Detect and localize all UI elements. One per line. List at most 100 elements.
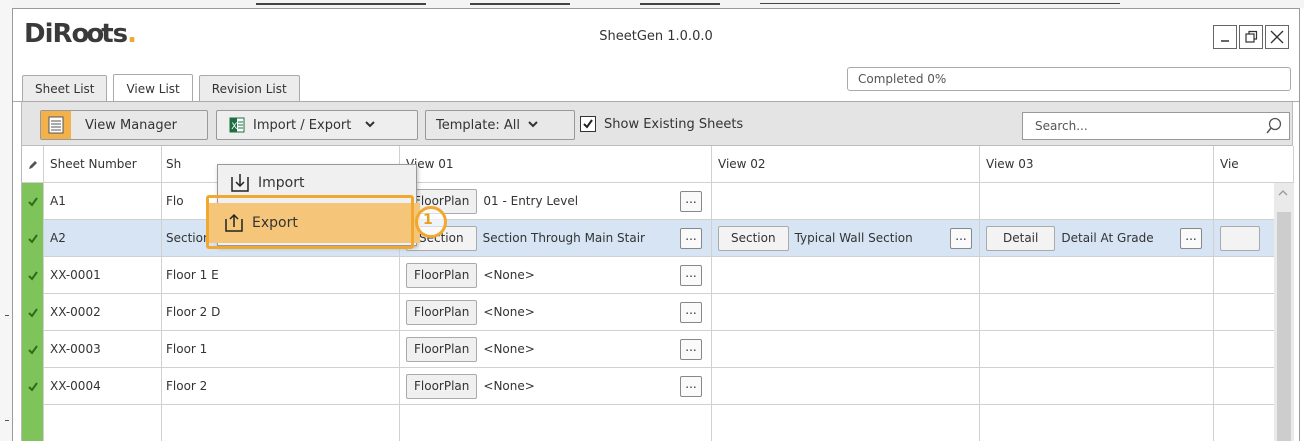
row-status-cell	[22, 331, 44, 368]
view-03-cell: Detail Detail At Grade ...	[980, 220, 1214, 257]
view-02-cell[interactable]	[712, 368, 980, 405]
view-03-cell[interactable]	[980, 331, 1214, 368]
browse-view-button[interactable]: ...	[680, 376, 702, 397]
browse-view-button[interactable]: ...	[680, 302, 702, 323]
sheet-name-cell[interactable]: Floor 1	[162, 331, 400, 368]
search-input[interactable]: Search...	[1022, 112, 1290, 140]
browse-view-button[interactable]: ...	[1180, 228, 1202, 249]
search-icon	[1266, 117, 1282, 134]
column-header[interactable]: Sheet Number	[44, 146, 162, 183]
browse-view-button[interactable]: ...	[680, 228, 702, 249]
column-header[interactable]: View 01	[400, 146, 712, 183]
view-01-cell: FloorPlan <None> ...	[400, 368, 712, 405]
sheet-number-cell[interactable]: A1	[44, 183, 162, 220]
tab-revision-list[interactable]: Revision List	[198, 75, 300, 102]
scroll-up-arrow-icon[interactable]	[1278, 189, 1288, 197]
view-03-cell[interactable]	[980, 294, 1214, 331]
browse-view-button[interactable]: ...	[950, 228, 972, 249]
tab-sheet-list[interactable]: Sheet List	[22, 75, 108, 102]
import-export-button[interactable]: X Import / Export	[216, 110, 418, 140]
column-header[interactable]: Vie	[1214, 146, 1294, 183]
row-status-cell	[22, 368, 44, 405]
show-existing-sheets-toggle[interactable]: Show Existing Sheets	[580, 116, 743, 132]
browse-view-button[interactable]: ...	[680, 191, 702, 212]
menu-item-import[interactable]: Import	[218, 167, 416, 199]
tab-strip: Sheet List View List Revision List	[22, 74, 300, 102]
menu-item-export-label: Export	[252, 215, 298, 231]
view-01-cell: FloorPlan <None> ...	[400, 257, 712, 294]
view-type-button[interactable]: FloorPlan	[406, 263, 478, 288]
row-status-cell	[22, 257, 44, 294]
import-export-label: Import / Export	[253, 117, 352, 133]
excel-icon: X	[229, 117, 245, 133]
sheet-name-cell[interactable]: Floor 1 E	[162, 257, 400, 294]
sheet-number-cell[interactable]: XX-0002	[44, 294, 162, 331]
check-icon	[27, 233, 38, 244]
table-row[interactable]: XX-0003 Floor 1 FloorPlan <None> ...	[22, 331, 1294, 368]
view-02-cell[interactable]	[712, 183, 980, 220]
view-type-button[interactable]: FloorPlan	[406, 374, 478, 399]
row-status-cell	[22, 405, 44, 441]
chevron-down-icon	[365, 121, 376, 128]
table-row[interactable]: XX-0001 Floor 1 E FloorPlan <None> ...	[22, 257, 1294, 294]
vertical-scrollbar[interactable]	[1274, 183, 1294, 441]
menu-item-export[interactable]: Export	[208, 203, 420, 243]
view-name: <None>	[483, 268, 535, 282]
browse-view-button[interactable]: ...	[680, 339, 702, 360]
view-03-cell[interactable]	[980, 368, 1214, 405]
sheet-number-cell[interactable]: XX-0004	[44, 368, 162, 405]
view-type-button[interactable]: Section	[718, 226, 789, 251]
table-row[interactable]: XX-0004 Floor 2 FloorPlan <None> ...	[22, 368, 1294, 405]
view-manager-button[interactable]: View Manager	[40, 110, 208, 140]
check-icon	[27, 270, 38, 281]
title-bar: DiRoots. SheetGen 1.0.0.0	[13, 9, 1299, 61]
scrollbar-thumb[interactable]	[1277, 212, 1291, 441]
view-02-cell[interactable]	[712, 331, 980, 368]
sheet-number-cell[interactable]	[44, 405, 162, 441]
sheet-name-cell[interactable]: Floor 2	[162, 368, 400, 405]
show-existing-checkbox[interactable]	[580, 116, 596, 132]
sheet-number-cell[interactable]: A2	[44, 220, 162, 257]
tab-view-list[interactable]: View List	[113, 74, 193, 102]
view-manager-label: View Manager	[85, 117, 177, 133]
column-header[interactable]: View 02	[712, 146, 980, 183]
view-type-button[interactable]: FloorPlan	[406, 337, 478, 362]
sheet-number-cell[interactable]: XX-0003	[44, 331, 162, 368]
toolbar: View Manager X Import / Export Template:…	[21, 102, 1293, 146]
view-02-cell[interactable]	[712, 405, 980, 441]
chevron-down-icon	[528, 121, 538, 128]
check-icon	[27, 307, 38, 318]
view-name: 01 - Entry Level	[483, 194, 579, 208]
row-status-cell	[22, 183, 44, 220]
column-header[interactable]: View 03	[980, 146, 1214, 183]
export-icon	[225, 213, 243, 232]
close-button[interactable]	[1265, 25, 1289, 49]
sheet-name-cell[interactable]: Floor 2 D	[162, 294, 400, 331]
view-type-button[interactable]	[1220, 226, 1260, 251]
sheet-name-cell[interactable]	[162, 405, 400, 441]
check-icon	[583, 119, 593, 129]
view-name: <None>	[483, 305, 535, 319]
browse-view-button[interactable]: ...	[680, 265, 702, 286]
view-type-button[interactable]: Detail	[986, 226, 1056, 251]
sheet-number-cell[interactable]: XX-0001	[44, 257, 162, 294]
view-01-cell[interactable]	[400, 405, 712, 441]
window-title: SheetGen 1.0.0.0	[599, 29, 713, 44]
view-name: Detail At Grade	[1061, 231, 1154, 245]
view-03-cell[interactable]	[980, 405, 1214, 441]
view-03-cell[interactable]	[980, 257, 1214, 294]
table-row[interactable]: XX-0002 Floor 2 D FloorPlan <None> ...	[22, 294, 1294, 331]
maximize-button[interactable]	[1239, 25, 1263, 49]
edit-column-header	[22, 146, 44, 183]
view-name: Section Through Main Stair	[482, 231, 645, 245]
view-02-cell[interactable]	[712, 294, 980, 331]
view-03-cell[interactable]	[980, 183, 1214, 220]
view-02-cell[interactable]	[712, 257, 980, 294]
step-marker: 1	[415, 206, 447, 238]
minimize-button[interactable]	[1213, 25, 1237, 49]
view-name: Typical Wall Section	[794, 231, 913, 245]
template-dropdown[interactable]: Template: All	[425, 110, 575, 140]
view-type-button[interactable]: FloorPlan	[406, 300, 478, 325]
search-placeholder: Search...	[1035, 119, 1088, 133]
table-row[interactable]	[22, 405, 1294, 441]
